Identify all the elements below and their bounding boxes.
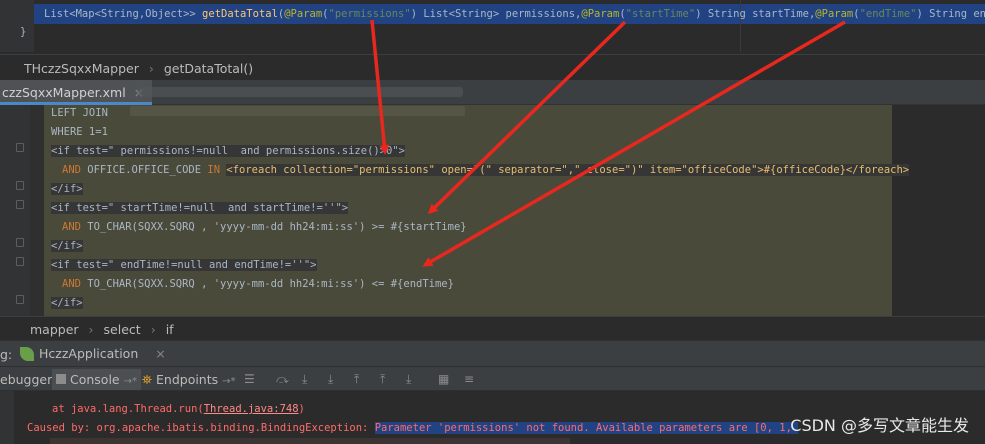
xml-if-close: </if> xyxy=(51,297,83,309)
watermark: CSDN @多写文章能生发 xyxy=(790,416,969,435)
breadcrumb-if[interactable]: if xyxy=(166,322,174,337)
editor-tabs: czzSqxxMapper.xml× xyxy=(0,80,985,105)
param-name-permissions: "permissions" xyxy=(328,8,411,20)
close-icon[interactable]: × xyxy=(155,346,165,361)
console-toolbar: ebugger Console →* ⛯ Endpoints →* ☰ ⤼ ⤓ … xyxy=(0,366,985,391)
breadcrumb-separator-icon: › xyxy=(88,322,94,337)
xml-editor[interactable]: LEFT JOIN WHERE 1=1 <if test=" permissio… xyxy=(0,105,985,316)
fold-icon[interactable] xyxy=(16,200,24,209)
java-gutter xyxy=(0,0,34,52)
xml-line-left-join: LEFT JOIN xyxy=(51,107,108,119)
drop-frame-icon[interactable]: ⤒ xyxy=(380,372,385,387)
param-decl-1: ) List<String> permissions, xyxy=(410,8,582,20)
xml-breadcrumb: mapper › select › if xyxy=(0,316,985,340)
xml-gutter xyxy=(0,105,30,316)
breadcrumb-mapper[interactable]: mapper xyxy=(30,322,79,337)
source-link[interactable]: Thread.java:748 xyxy=(204,403,299,415)
list-icon[interactable]: ≡ xyxy=(464,372,474,386)
selected-error-text: Parameter 'permissions' not found. Avail… xyxy=(374,422,799,434)
run-config-tab[interactable]: HczzApplication × xyxy=(20,346,166,361)
param-annotation-2: @Param xyxy=(581,8,620,20)
xml-foreach-line: AND OFFICE.OFFICE_CODE IN <foreach colle… xyxy=(62,164,910,176)
xml-starttime-line: AND TO_CHAR(SQXX.SQRQ , 'yyyy-mm-dd hh24… xyxy=(62,221,467,233)
method-name[interactable]: getDataTotal xyxy=(202,8,278,20)
caused-by-line: Caused by: org.apache.ibatis.binding.Bin… xyxy=(27,422,799,434)
step-over-icon[interactable]: ⤼ xyxy=(276,372,289,387)
console-icon xyxy=(56,374,66,384)
run-config-name: HczzApplication xyxy=(39,346,139,361)
breadcrumb-separator-icon: › xyxy=(148,61,154,76)
fold-icon[interactable] xyxy=(16,181,24,190)
blurred-code xyxy=(130,106,465,116)
stack-trace-line: at java.lang.Thread.run(Thread.java:748) xyxy=(52,403,305,415)
breadcrumb-separator-icon: › xyxy=(150,322,156,337)
menu-icon[interactable]: ☰ xyxy=(244,372,255,386)
console-gutter xyxy=(0,391,14,444)
tab-console[interactable]: Console →* xyxy=(52,369,141,390)
evaluate-icon[interactable]: ▦ xyxy=(438,372,449,386)
param-name-starttime: "startTime" xyxy=(625,8,696,20)
endpoints-icon: ⛯ xyxy=(142,372,153,387)
tab-mapper-xml[interactable]: czzSqxxMapper.xml× xyxy=(0,80,152,105)
fold-gutter xyxy=(30,105,44,316)
java-breadcrumb: THczzSqxxMapper › getDataTotal() xyxy=(0,54,985,80)
breadcrumb-method[interactable]: getDataTotal() xyxy=(164,61,253,76)
blurred-console-line xyxy=(50,438,570,444)
xml-if-permissions: <if test=" permissions!=null and permiss… xyxy=(51,145,406,157)
run-to-cursor-icon[interactable]: ⤓ xyxy=(406,372,411,387)
param-annotation-3: @Param xyxy=(815,8,854,20)
xml-if-endtime: <if test=" endTime!=null and endTime!=''… xyxy=(51,259,317,271)
closing-brace: } xyxy=(20,26,27,38)
param-decl-2: ) String startTime, xyxy=(695,8,816,20)
param-decl-3: ) String endTime); xyxy=(916,8,985,20)
xml-if-close: </if> xyxy=(51,240,83,252)
step-out-icon[interactable]: ⤒ xyxy=(354,372,359,387)
fold-icon[interactable] xyxy=(16,143,24,152)
method-signature-line[interactable]: List<Map<String,Object>> getDataTotal(@P… xyxy=(44,8,985,20)
breadcrumb-select[interactable]: select xyxy=(104,322,141,337)
tab-debugger[interactable]: ebugger xyxy=(0,372,52,387)
xml-line-where: WHERE 1=1 xyxy=(51,126,108,138)
return-type: List<Map<String,Object>> xyxy=(44,8,203,20)
param-annotation-1: @Param xyxy=(284,8,323,20)
run-tool-window-bar: g: HczzApplication × xyxy=(0,340,985,366)
blurred-tab-area xyxy=(138,87,463,97)
breadcrumb-class[interactable]: THczzSqxxMapper xyxy=(24,61,139,76)
force-step-into-icon[interactable]: ⤓ xyxy=(328,372,333,387)
tab-label: czzSqxxMapper.xml xyxy=(2,85,126,100)
fold-icon[interactable] xyxy=(16,295,24,304)
xml-if-close: </if> xyxy=(51,183,83,195)
param-name-endtime: "endTime" xyxy=(859,8,917,20)
xml-if-starttime: <if test=" startTime!=null and startTime… xyxy=(51,202,349,214)
spring-leaf-icon xyxy=(20,346,34,361)
run-label: g: xyxy=(0,347,13,362)
step-into-icon[interactable]: ⤓ xyxy=(302,372,307,387)
fold-icon[interactable] xyxy=(16,238,24,247)
xml-endtime-line: AND TO_CHAR(SQXX.SQRQ , 'yyyy-mm-dd hh24… xyxy=(62,278,454,290)
fold-icon[interactable] xyxy=(16,257,24,266)
java-editor[interactable]: List<Map<String,Object>> getDataTotal(@P… xyxy=(0,0,985,52)
tab-endpoints[interactable]: ⛯ Endpoints →* xyxy=(142,372,236,388)
